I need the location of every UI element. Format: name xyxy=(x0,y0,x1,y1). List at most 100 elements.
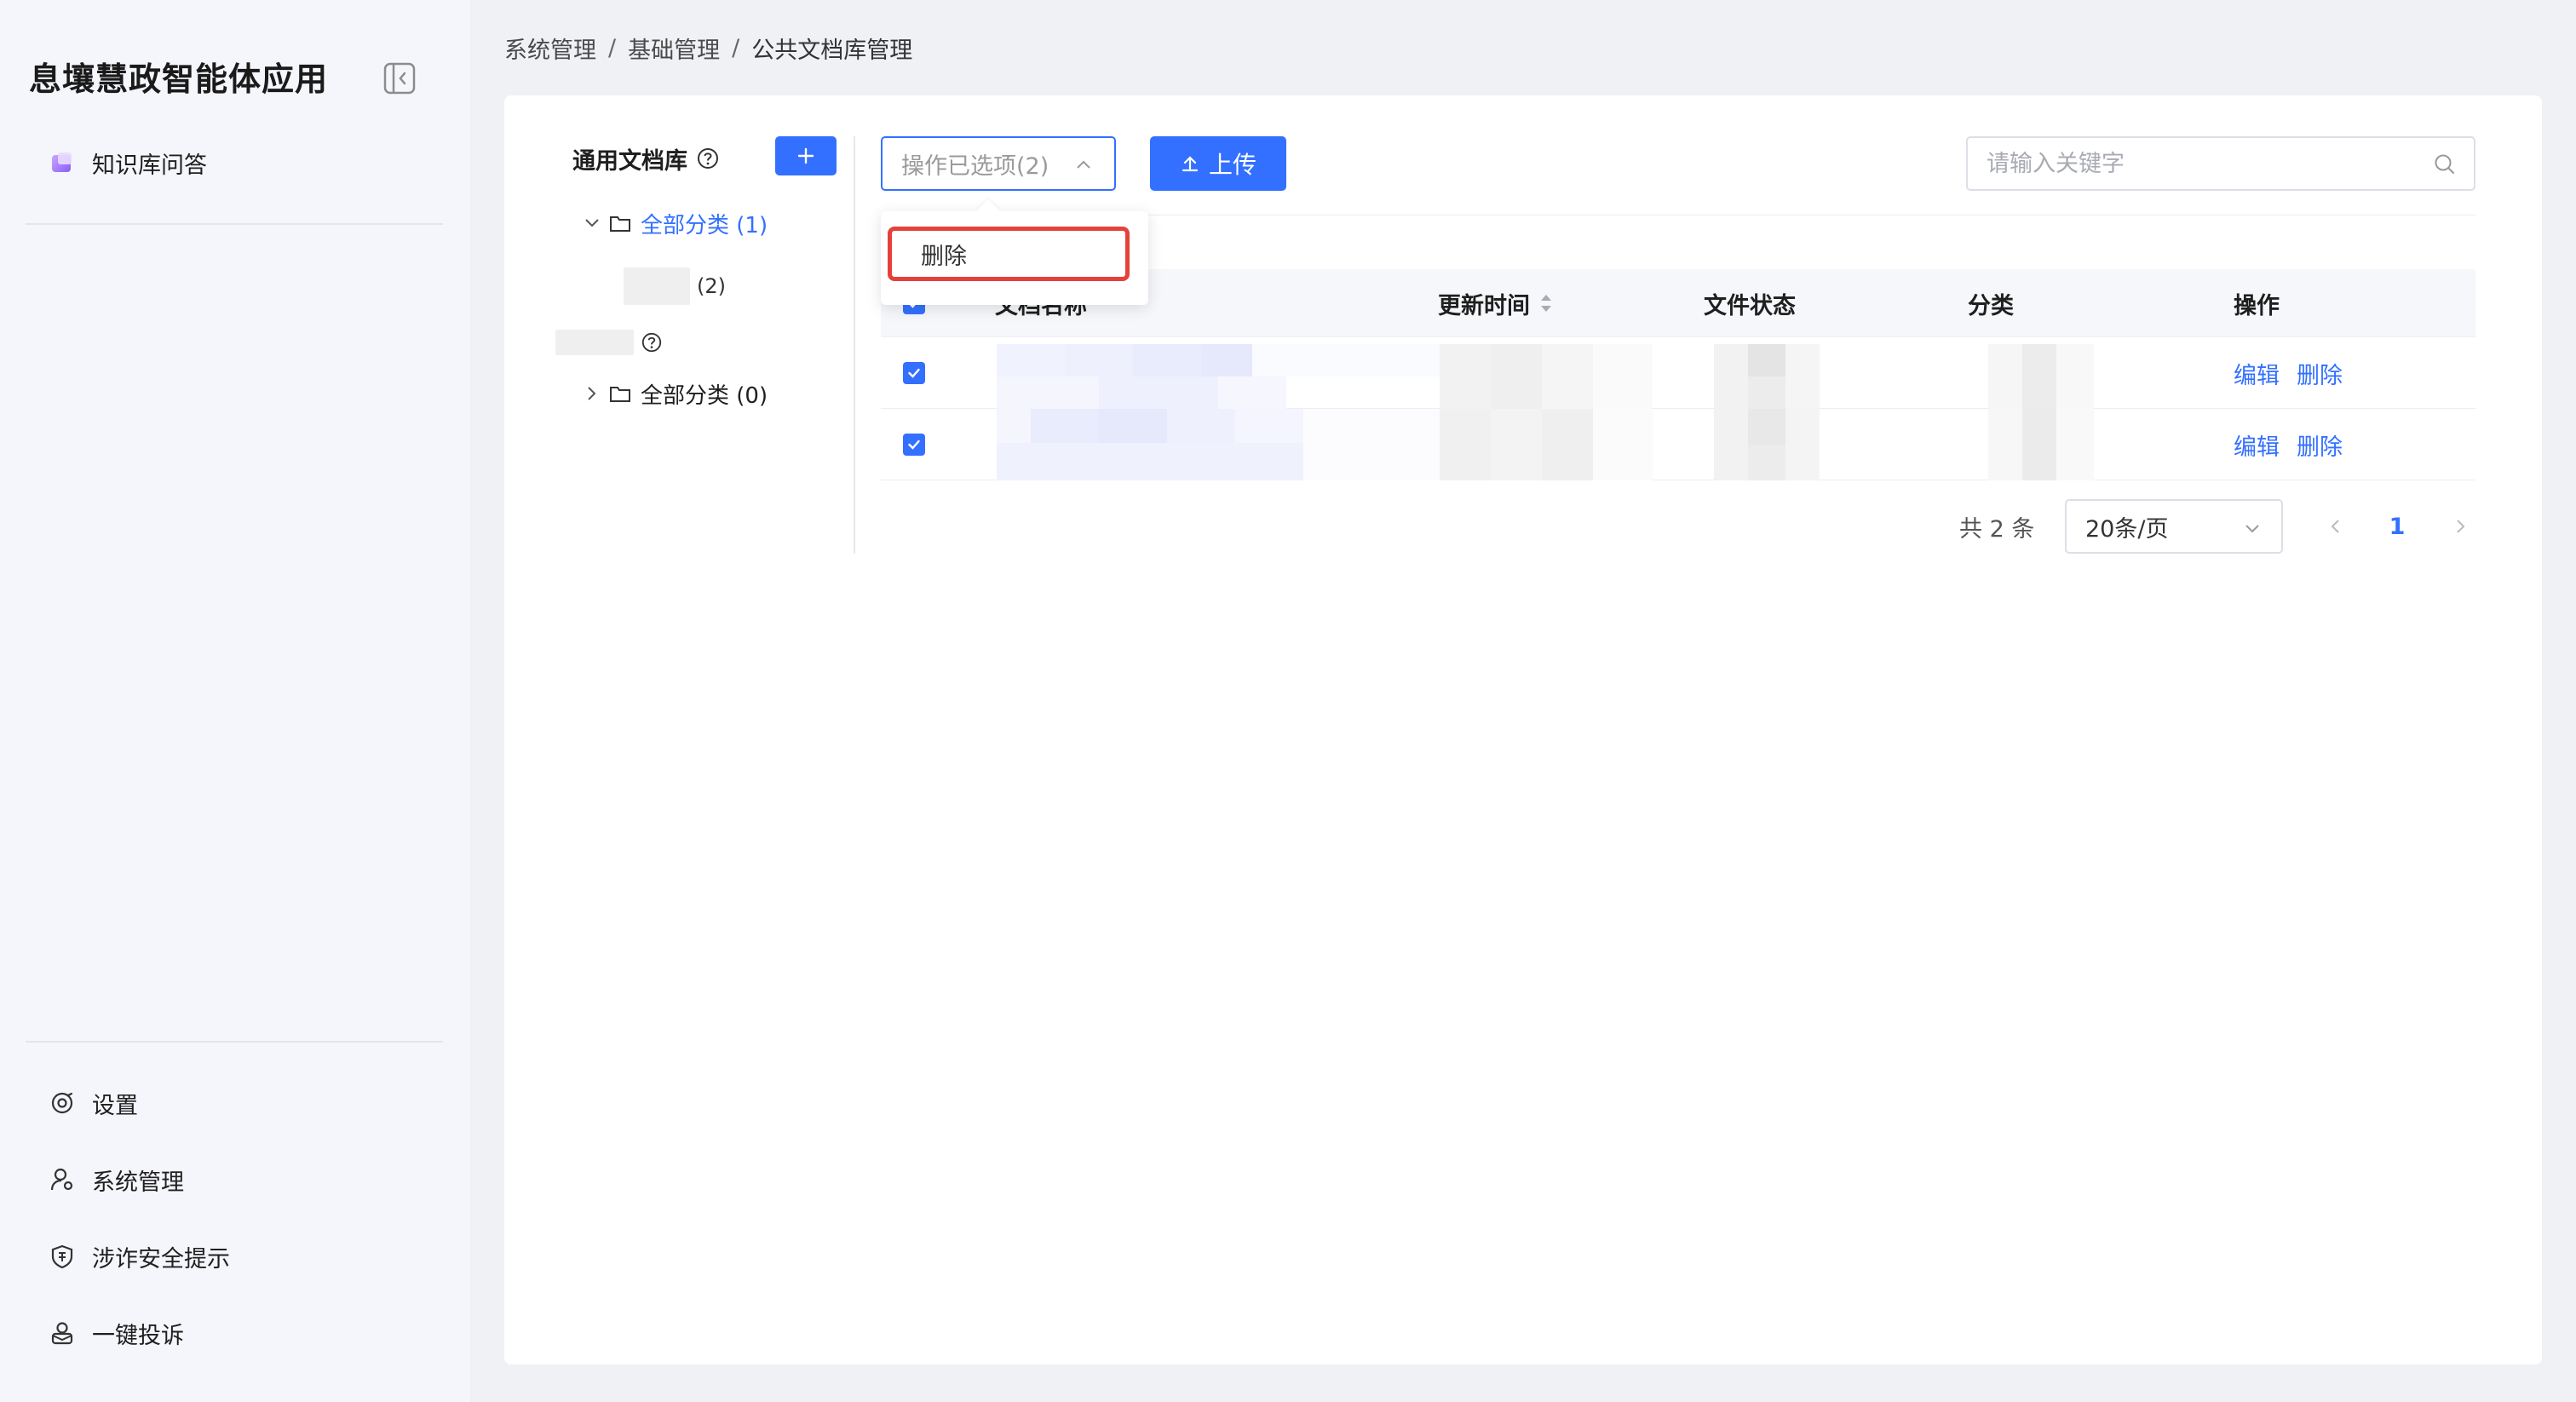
check-icon xyxy=(908,368,920,378)
edit-link[interactable]: 编辑 xyxy=(2234,357,2280,390)
settings-icon xyxy=(48,1089,77,1118)
chevron-up-icon xyxy=(1077,160,1090,169)
table-row: 编辑 删除 xyxy=(881,337,2475,409)
knowledge-qa-icon xyxy=(48,148,77,177)
redacted-category xyxy=(1988,409,2094,480)
row-select-cell xyxy=(903,337,925,409)
sidebar-item-label: 一键投诉 xyxy=(92,1322,184,1349)
row-actions: 编辑 删除 xyxy=(2234,337,2360,409)
app-title: 息壤慧政智能体应用 xyxy=(29,60,329,98)
search-field[interactable] xyxy=(1966,136,2475,191)
upload-button-label: 上传 xyxy=(1208,151,1256,179)
search-icon xyxy=(2435,154,2454,174)
dropdown-arrow xyxy=(975,198,1001,224)
page-size-select[interactable]: 20条/页 xyxy=(2065,499,2283,554)
sidebar-item-label: 系统管理 xyxy=(92,1169,184,1196)
folder-icon xyxy=(610,216,630,232)
main-card: 通用文档库 全部分类 (1) (2) 全部分类 (0) 操作已选项(2) 上传 … xyxy=(504,95,2542,1365)
delete-link[interactable]: 删除 xyxy=(2297,428,2343,462)
add-category-button[interactable] xyxy=(775,136,837,175)
chevron-down-icon xyxy=(2245,525,2259,533)
breadcrumb-item[interactable]: 系统管理 xyxy=(504,32,596,65)
chevron-left-icon xyxy=(2331,520,2339,533)
tree-library-node[interactable] xyxy=(555,325,663,359)
complaint-icon xyxy=(48,1319,77,1347)
chevron-right-icon xyxy=(2457,520,2465,533)
sidebar-divider xyxy=(26,223,443,225)
redacted-category xyxy=(1988,337,2094,409)
chevron-down-icon xyxy=(585,219,599,227)
sidebar-item-knowledge-qa[interactable]: 知识库问答 xyxy=(26,136,443,189)
redacted-label xyxy=(555,330,634,355)
upload-button[interactable]: 上传 xyxy=(1150,136,1286,191)
next-page-button[interactable] xyxy=(2443,499,2477,554)
sidebar-item-label: 知识库问答 xyxy=(92,152,207,179)
redacted-updated-time xyxy=(1440,409,1653,480)
category-tree-panel: 通用文档库 全部分类 (1) (2) 全部分类 (0) xyxy=(504,95,855,555)
sidebar-nav-bottom: 设置 系统管理 涉诈安全提示 一键投诉 xyxy=(26,1065,443,1371)
sidebar-nav-top: 知识库问答 xyxy=(26,136,443,189)
collapse-sidebar-button[interactable] xyxy=(382,61,417,95)
pagination: 共 2 条 20条/页 1 xyxy=(504,499,2542,554)
row-select-cell xyxy=(903,409,925,480)
column-header-status: 文件状态 xyxy=(1704,292,1796,319)
redacted-label xyxy=(624,267,690,305)
table-row: 编辑 删除 xyxy=(881,409,2475,480)
breadcrumb-current: 公共文档库管理 xyxy=(751,37,913,64)
dropdown-item-delete[interactable]: 删除 xyxy=(888,227,1130,281)
redacted-document-name xyxy=(997,409,1440,480)
shield-icon xyxy=(48,1242,77,1271)
sidebar: 息壤慧政智能体应用 知识库问答 设置 系统管理 涉诈安全提示 一键投诉 xyxy=(0,0,471,1402)
bulk-operations-select[interactable]: 操作已选项(2) xyxy=(881,136,1116,191)
search-input[interactable] xyxy=(1987,150,2421,177)
redacted-file-status xyxy=(1714,337,1820,409)
folder-icon xyxy=(610,387,630,402)
help-icon xyxy=(641,332,662,353)
panel-divider xyxy=(854,136,855,554)
sidebar-item-label: 涉诈安全提示 xyxy=(92,1245,230,1273)
sidebar-item-settings[interactable]: 设置 xyxy=(26,1065,443,1141)
help-icon[interactable] xyxy=(696,147,720,170)
page-size-value: 20条/页 xyxy=(2085,515,2169,543)
sidebar-item-label: 设置 xyxy=(92,1092,138,1119)
redacted-updated-time xyxy=(1440,337,1653,409)
sidebar-item-fraud-alert[interactable]: 涉诈安全提示 xyxy=(26,1218,443,1295)
tree-node-count: (2) xyxy=(697,274,726,298)
sidebar-item-complaint[interactable]: 一键投诉 xyxy=(26,1295,443,1371)
column-header-updated[interactable]: 更新时间 xyxy=(1438,269,1555,337)
chevron-right-icon xyxy=(588,387,596,400)
redacted-document-name xyxy=(997,337,1440,409)
tree-node-all-categories[interactable]: 全部分类 (1) xyxy=(581,206,768,240)
pagination-total: 共 2 条 xyxy=(1959,515,2035,543)
tree-node-child[interactable]: (2) xyxy=(624,267,726,305)
tree-node-label: 全部分类 (1) xyxy=(641,212,768,238)
bulk-operations-label: 操作已选项(2) xyxy=(901,152,1049,180)
collapse-icon xyxy=(383,62,416,95)
column-header-actions: 操作 xyxy=(2234,292,2280,319)
sidebar-divider xyxy=(26,1041,443,1043)
breadcrumb-item[interactable]: 基础管理 xyxy=(628,32,720,65)
row-checkbox[interactable] xyxy=(903,362,925,384)
user-settings-icon xyxy=(48,1165,77,1194)
breadcrumb: 系统管理 / 基础管理 / 公共文档库管理 xyxy=(504,31,912,65)
tree-node-label: 全部分类 (0) xyxy=(641,382,768,409)
bulk-operations-dropdown: 删除 xyxy=(881,198,1148,305)
library-title-text: 通用文档库 xyxy=(572,147,687,175)
row-checkbox[interactable] xyxy=(903,434,925,456)
delete-link[interactable]: 删除 xyxy=(2297,357,2343,390)
prev-page-button[interactable] xyxy=(2319,499,2353,554)
plus-icon xyxy=(797,147,814,164)
breadcrumb-separator: / xyxy=(608,34,617,61)
column-header-label: 更新时间 xyxy=(1438,292,1530,319)
library-title: 通用文档库 xyxy=(572,141,720,175)
redacted-file-status xyxy=(1714,409,1820,480)
sort-icon xyxy=(1541,295,1551,312)
upload-icon xyxy=(1182,156,1199,172)
edit-link[interactable]: 编辑 xyxy=(2234,428,2280,462)
column-header-category: 分类 xyxy=(1968,292,2014,319)
page-number-current[interactable]: 1 xyxy=(2380,499,2414,554)
sidebar-item-system-management[interactable]: 系统管理 xyxy=(26,1141,443,1218)
check-icon xyxy=(908,440,920,450)
tree-node-all-categories-2[interactable]: 全部分类 (0) xyxy=(581,376,768,411)
row-actions: 编辑 删除 xyxy=(2234,409,2360,480)
